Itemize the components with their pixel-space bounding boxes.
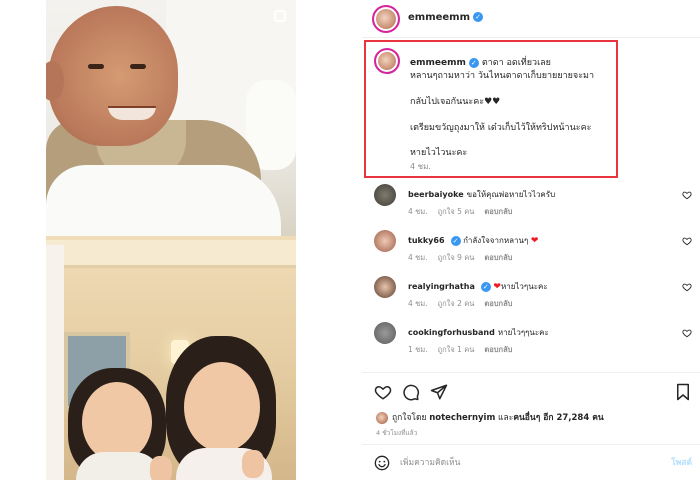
avatar[interactable] — [374, 276, 396, 298]
comment-body: หายไวๆนะคะ — [500, 282, 548, 291]
eye-left — [88, 64, 104, 69]
heart-icon[interactable] — [682, 282, 692, 292]
comment-time[interactable]: 4 ชม. — [408, 253, 428, 262]
comment-body: กำลังใจจากหลานๆ — [463, 236, 529, 245]
comment: beerbaiyoke ขอให้คุณพ่อหายไวไวครับ 4 ชม. ถ… — [362, 184, 700, 230]
comment-username[interactable]: cookingforhusband — [408, 328, 495, 337]
ceiling-molding — [46, 240, 296, 268]
caption-username[interactable]: emmeemm — [410, 58, 466, 68]
comment-username[interactable]: beerbaiyoke — [408, 190, 464, 199]
girl-left-face — [82, 382, 152, 462]
comment: tukky66 ✓ กำลังใจจากหลานๆ ❤ 4 ชม. ถูกใจ 9 … — [362, 230, 700, 276]
comment-text: beerbaiyoke ขอให้คุณพ่อหายไวไวครับ — [408, 188, 555, 201]
comment-username[interactable]: tukky66 — [408, 236, 445, 245]
like-heart-icon[interactable] — [374, 383, 392, 401]
post-header: emmeemm ✓ — [362, 0, 700, 38]
reply-button[interactable]: ตอบกลับ — [484, 253, 512, 262]
avatar[interactable] — [374, 184, 396, 206]
reply-button[interactable]: ตอบกลับ — [484, 207, 512, 216]
hand — [150, 456, 172, 480]
caption: emmeemm ✓ ตาดา อดเที่ยวเลย หลานๆถามหาว่า ว… — [364, 40, 618, 178]
comment-bubble-icon[interactable] — [402, 383, 420, 401]
ear — [46, 61, 64, 101]
caption-line-1: ตาดา อดเที่ยวเลย — [481, 58, 551, 68]
comment-time[interactable]: 4 ชม. — [408, 207, 428, 216]
heart-icon[interactable] — [682, 236, 692, 246]
post-comment-button[interactable]: โพสต์ — [671, 455, 692, 469]
man-head — [46, 6, 178, 146]
verified-icon: ✓ — [480, 281, 491, 292]
red-heart-icon: ❤ — [493, 282, 501, 292]
likes-prefix: ถูกใจโดย — [392, 413, 427, 423]
comment-time[interactable]: 1 ชม. — [408, 345, 428, 354]
comment-likes[interactable]: ถูกใจ 2 คน — [438, 299, 475, 308]
camera-icon[interactable] — [274, 10, 286, 22]
liker-avatar — [376, 411, 388, 424]
comment-meta: 4 ชม. ถูกใจ 2 คน ตอบกลับ — [408, 298, 522, 310]
caption-line-3: กลับไปเจอกันนะคะ♥♥ — [410, 97, 501, 107]
action-bar — [362, 372, 700, 412]
comment: cookingforhusband หายไวๆๆนะคะ 1 ชม. ถูกใจ … — [362, 322, 700, 368]
post-age: 4 ชั่วโมงที่แล้ว — [376, 429, 418, 437]
comment-time[interactable]: 4 ชม. — [408, 299, 428, 308]
likes-summary[interactable]: ถูกใจโดย notechernyim และคนอื่นๆ อีก 27,… — [376, 410, 604, 424]
comment-username[interactable]: realyingrhatha — [408, 282, 475, 291]
share-paper-plane-icon[interactable] — [430, 383, 448, 401]
caption-line-2: หลานๆถามหาว่า วันไหนตาดาเก็บยายยายจะมา — [410, 71, 595, 81]
caption-line-4: เตรียมขวัญถุงมาให้ เด๋วเก็บไว้ให้ทริปหน้… — [410, 123, 592, 133]
avatar[interactable] — [374, 230, 396, 252]
caption-line-5: หายไวไวนะคะ — [410, 148, 468, 158]
comment-text: realyingrhatha ✓ ❤หายไวๆนะคะ — [408, 280, 548, 293]
comment-text: cookingforhusband หายไวๆๆนะคะ — [408, 326, 549, 339]
video-call-top — [46, 0, 296, 237]
comment-input[interactable] — [400, 454, 640, 472]
avatar[interactable] — [374, 322, 396, 344]
reply-button[interactable]: ตอบกลับ — [484, 299, 512, 308]
comment-body: ขอให้คุณพ่อหายไวไวครับ — [466, 190, 556, 199]
comment-likes[interactable]: ถูกใจ 9 คน — [438, 253, 475, 262]
red-heart-icon: ❤ — [530, 236, 539, 246]
comment-meta: 4 ชม. ถูกใจ 9 คน ตอบกลับ — [408, 252, 522, 264]
verified-icon: ✓ — [473, 12, 484, 22]
add-comment-bar: โพสต์ — [362, 444, 700, 480]
post-author[interactable]: emmeemm ✓ — [408, 12, 484, 23]
comment-meta: 4 ชม. ถูกใจ 5 คน ตอบกลับ — [408, 206, 522, 218]
heart-icon[interactable] — [682, 190, 692, 200]
eye-right — [130, 64, 146, 69]
avatar[interactable] — [374, 48, 400, 74]
hand — [242, 450, 264, 478]
comment-text: tukky66 ✓ กำลังใจจากหลานๆ ❤ — [408, 234, 538, 247]
username[interactable]: emmeemm — [408, 12, 470, 23]
post-panel: emmeemm ✓ emmeemm ✓ ตาดา อดเที่ยวเลย หลานๆถ… — [362, 0, 700, 480]
bookmark-icon[interactable] — [674, 383, 692, 401]
avatar[interactable] — [372, 5, 400, 33]
reply-button[interactable]: ตอบกลับ — [484, 345, 512, 354]
comment: realyingrhatha ✓ ❤หายไวๆนะคะ 4 ชม. ถูกใจ 2… — [362, 276, 700, 322]
blanket — [46, 165, 281, 237]
comment-likes[interactable]: ถูกใจ 5 คน — [438, 207, 475, 216]
likes-others[interactable]: คนอื่นๆ อีก 27,284 คน — [513, 413, 603, 423]
verified-icon: ✓ — [468, 57, 479, 68]
emoji-icon[interactable] — [374, 455, 390, 471]
heart-icon[interactable] — [682, 328, 692, 338]
comment-body: หายไวๆๆนะคะ — [497, 328, 549, 337]
girl-right-face — [184, 362, 260, 452]
post-media[interactable] — [46, 0, 296, 480]
comment-meta: 1 ชม. ถูกใจ 1 คน ตอบกลับ — [408, 344, 522, 356]
liker-username[interactable]: notechernyim — [429, 413, 495, 423]
smile — [108, 106, 156, 120]
likes-middle: และ — [498, 413, 514, 423]
door — [46, 245, 64, 480]
comment-likes[interactable]: ถูกใจ 1 คน — [438, 345, 475, 354]
caption-header: emmeemm ✓ ตาดา อดเที่ยวเลย — [410, 55, 551, 69]
caption-time[interactable]: 4 ชม. — [410, 160, 431, 173]
verified-icon: ✓ — [450, 235, 461, 246]
